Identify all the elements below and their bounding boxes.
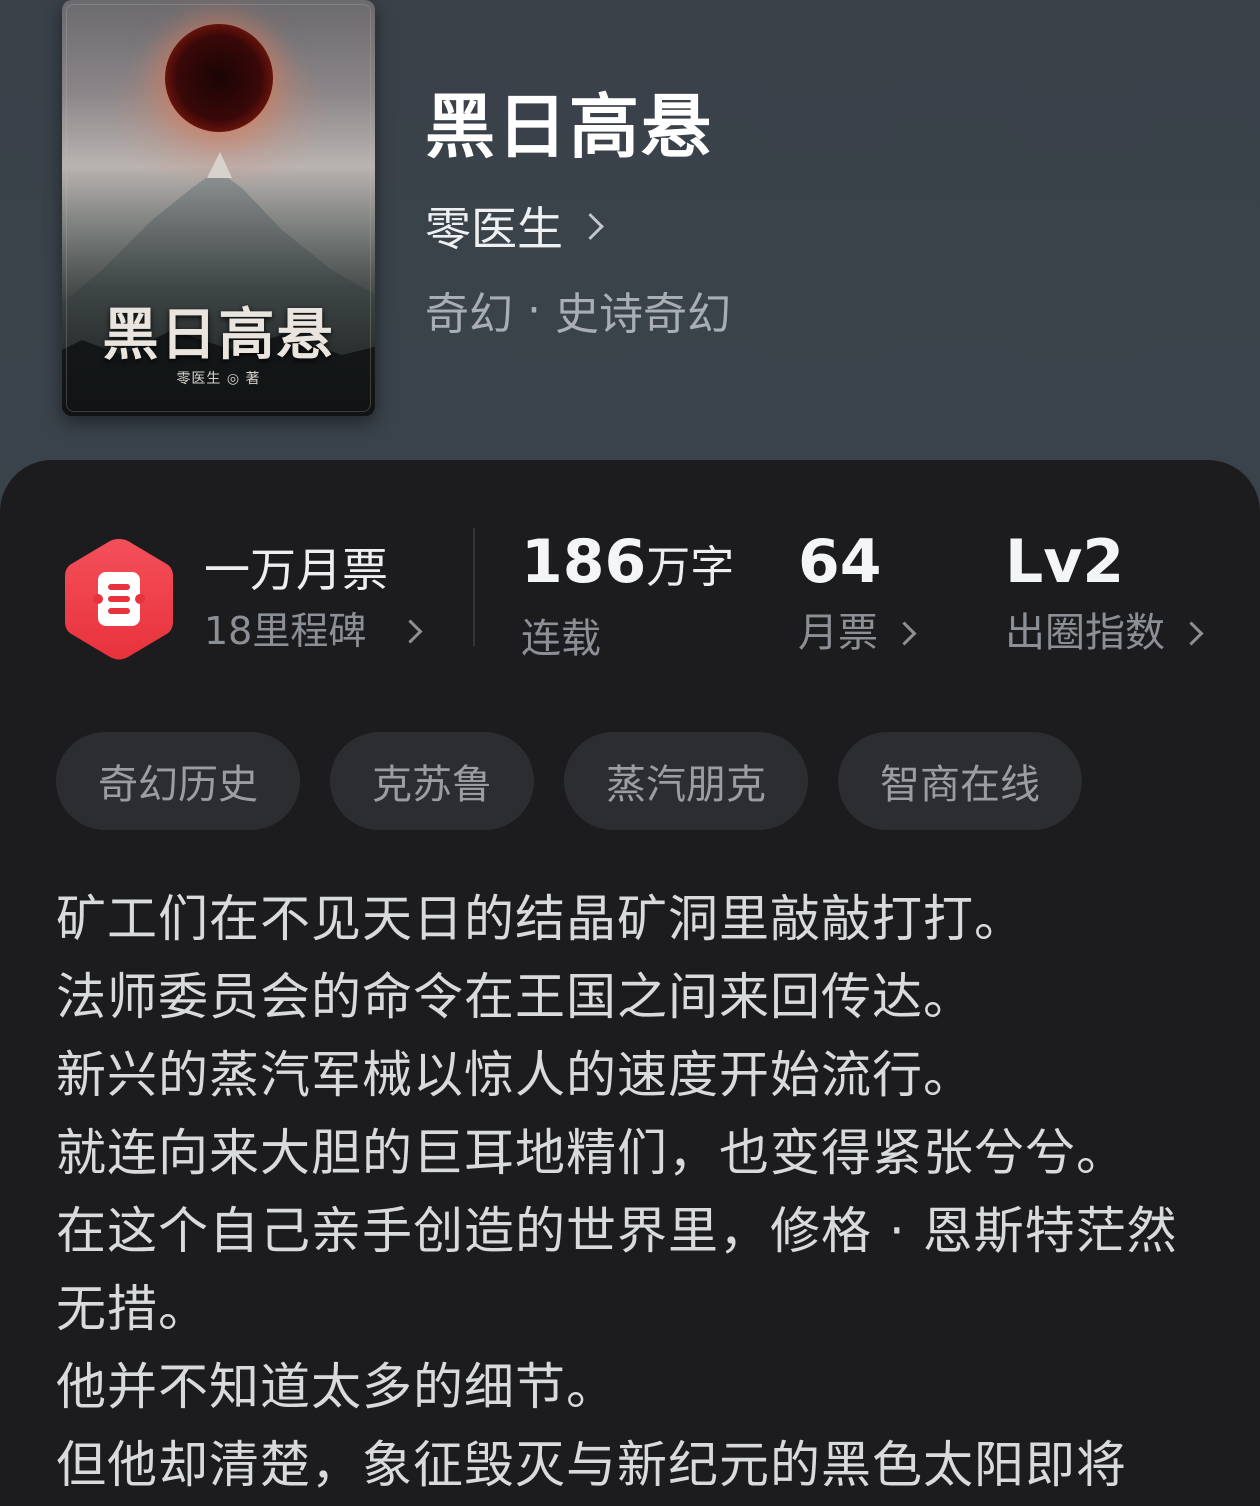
genre-info: 奇幻 · 史诗奇幻	[425, 280, 731, 341]
monthly-tickets-value: 64	[798, 527, 882, 597]
popularity-index-label: 出圈指数	[1005, 610, 1165, 656]
tag-chip[interactable]: 蒸汽朋克	[564, 732, 808, 830]
tag-chip[interactable]: 智商在线	[838, 732, 1082, 830]
book-cover[interactable]: 黑日高悬 零医生 ◎ 著	[62, 0, 375, 416]
stats-divider	[473, 528, 475, 646]
author-name: 零医生	[425, 202, 563, 256]
synopsis-line: 矿工们在不见天日的结晶矿洞里敲敲打打。	[56, 890, 1025, 948]
popularity-index-value: Lv2	[1005, 527, 1125, 597]
word-count-stat: 186万字 连载	[521, 524, 734, 666]
synopsis-line: 就连向来大胆的巨耳地精们，也变得紧张兮兮。	[56, 1124, 1127, 1182]
stats-row: 一万月票 18里程碑 186万字 连载 64 月票 Lv2 出圈指数	[0, 524, 1260, 674]
chevron-right-icon	[398, 618, 423, 644]
popularity-index-label-row: 出圈指数	[1005, 606, 1204, 660]
synopsis-line: 法师委员会的命令在王国之间来回传达。	[56, 968, 974, 1026]
monthly-tickets-label: 月票	[798, 610, 878, 656]
monthly-tickets-stat[interactable]: 64 月票	[798, 524, 917, 660]
popularity-index-stat[interactable]: Lv2 出圈指数	[1005, 524, 1204, 660]
tag-chip[interactable]: 克苏鲁	[330, 732, 534, 830]
synopsis-line: 他并不知道太多的细节。	[56, 1358, 617, 1416]
word-count-number: 186	[521, 527, 647, 597]
synopsis-line: 但他却清楚，象征毁灭与新纪元的黑色太阳即将	[56, 1436, 1127, 1494]
monthly-tickets-label-row: 月票	[798, 606, 917, 660]
milestone-badge[interactable]: 一万月票 18里程碑	[62, 536, 452, 666]
genre-separator: ·	[527, 284, 541, 336]
genre-main: 奇幻	[425, 289, 513, 340]
synopsis-line: 在这个自己亲手创造的世界里，修格 · 恩斯特茫然无措。	[56, 1202, 1178, 1338]
chevron-right-icon	[892, 620, 917, 646]
milestone-subtitle: 18里程碑	[204, 606, 423, 656]
milestone-title: 一万月票	[204, 543, 388, 597]
word-count-label: 连载	[521, 616, 601, 662]
ticket-icon	[65, 539, 173, 660]
tag-list: 奇幻历史 克苏鲁 蒸汽朋克 智商在线	[56, 732, 1082, 830]
cover-author-text: 零医生 ◎ 著	[176, 371, 261, 387]
chevron-right-icon	[577, 212, 604, 240]
cover-title-text: 黑日高悬	[102, 302, 335, 368]
tag-chip[interactable]: 奇幻历史	[56, 732, 300, 830]
genre-sub: 史诗奇幻	[555, 289, 731, 340]
word-count-value: 186万字	[521, 524, 734, 606]
synopsis[interactable]: 矿工们在不见天日的结晶矿洞里敲敲打打。 法师委员会的命令在王国之间来回传达。 新…	[56, 880, 1206, 1504]
milestone-subtitle-text: 18里程碑	[204, 609, 367, 653]
book-detail-page: 黑日高悬 零医生 ◎ 著 黑日高悬 零医生 奇幻 · 史诗奇幻 一万月票 18里…	[0, 0, 1260, 1506]
chevron-right-icon	[1179, 620, 1204, 646]
detail-card: 一万月票 18里程碑 186万字 连载 64 月票 Lv2 出圈指数 奇幻历史 …	[0, 460, 1260, 1506]
synopsis-line: 新兴的蒸汽军械以惊人的速度开始流行。	[56, 1046, 974, 1104]
book-title: 黑日高悬	[425, 85, 713, 168]
author-link[interactable]: 零医生	[425, 196, 604, 256]
word-count-unit: 万字	[646, 542, 735, 593]
